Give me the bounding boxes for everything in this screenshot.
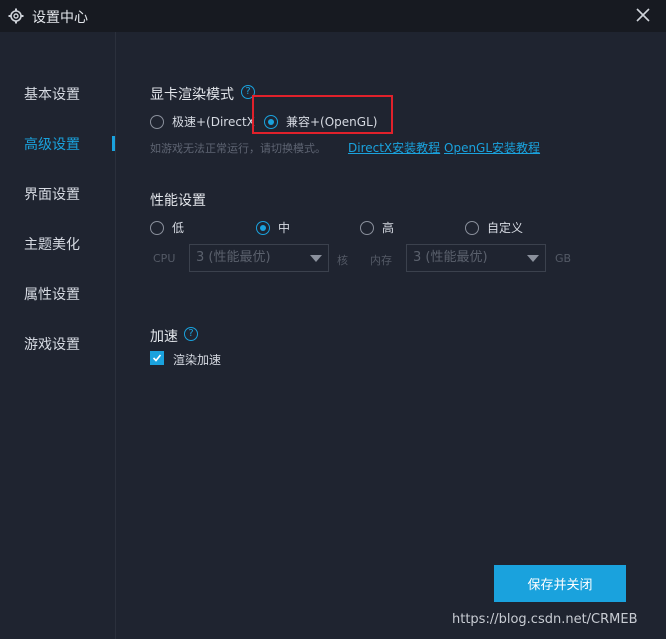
performance-low-radio[interactable]: 低 xyxy=(150,219,184,236)
highlight-box xyxy=(252,95,393,134)
watermark: https://blog.csdn.net/CRMEB xyxy=(452,612,638,627)
performance-high-label: 高 xyxy=(382,221,395,235)
radio-unchecked-icon xyxy=(150,114,164,129)
performance-low-label: 低 xyxy=(172,221,185,235)
render-acceleration-checkbox[interactable] xyxy=(150,351,164,365)
render-acceleration-label[interactable]: 渲染加速 xyxy=(173,351,221,368)
performance-title: 性能设置 xyxy=(150,193,206,209)
cpu-select: 3 (性能最优) xyxy=(189,244,329,272)
sidebar-item-basic[interactable]: 基本设置 xyxy=(24,84,114,106)
active-nav-indicator xyxy=(112,136,115,151)
acceleration-title: 加速 xyxy=(150,329,178,345)
radio-unchecked-icon xyxy=(360,220,374,235)
memory-unit: GB xyxy=(555,252,572,265)
sidebar-item-game[interactable]: 游戏设置 xyxy=(24,334,114,356)
render-mode-directx-label: 极速+(DirectX xyxy=(172,115,255,129)
cpu-select-value: 3 (性能最优) xyxy=(196,250,271,265)
radio-unchecked-icon xyxy=(150,220,164,235)
performance-medium-radio[interactable]: 中 xyxy=(256,219,290,236)
cpu-unit: 核 xyxy=(337,254,348,267)
radio-unchecked-icon xyxy=(465,220,479,235)
save-and-close-button[interactable]: 保存并关闭 xyxy=(494,565,626,602)
chevron-down-icon xyxy=(527,255,539,262)
window-title: 设置中心 xyxy=(32,10,88,26)
sidebar-item-properties[interactable]: 属性设置 xyxy=(24,284,114,306)
radio-checked-icon xyxy=(256,220,270,235)
title-bar: 设置中心 xyxy=(0,0,666,32)
performance-custom-label: 自定义 xyxy=(487,221,524,235)
opengl-tutorial-link[interactable]: OpenGL安装教程 xyxy=(444,139,540,156)
performance-custom-radio[interactable]: 自定义 xyxy=(465,219,523,236)
performance-high-radio[interactable]: 高 xyxy=(360,219,394,236)
render-mode-title: 显卡渲染模式 xyxy=(150,87,234,103)
memory-label: 内存 xyxy=(370,254,392,267)
chevron-down-icon xyxy=(310,255,322,262)
directx-tutorial-link[interactable]: DirectX安装教程 xyxy=(348,139,440,156)
sidebar-item-theme[interactable]: 主题美化 xyxy=(24,234,114,256)
render-mode-directx-radio[interactable]: 极速+(DirectX xyxy=(150,113,255,130)
check-icon xyxy=(152,354,162,362)
cpu-label: CPU xyxy=(153,252,176,265)
memory-select-value: 3 (性能最优) xyxy=(413,250,488,265)
memory-select: 3 (性能最优) xyxy=(406,244,546,272)
gear-icon xyxy=(8,8,24,24)
close-icon[interactable] xyxy=(634,6,652,24)
sidebar-item-advanced[interactable]: 高级设置 xyxy=(24,134,114,156)
sidebar-item-interface[interactable]: 界面设置 xyxy=(24,184,114,206)
performance-medium-label: 中 xyxy=(278,221,291,235)
acceleration-help-icon[interactable]: ? xyxy=(184,327,198,341)
render-mode-hint: 如游戏无法正常运行，请切换模式。 xyxy=(150,142,326,155)
